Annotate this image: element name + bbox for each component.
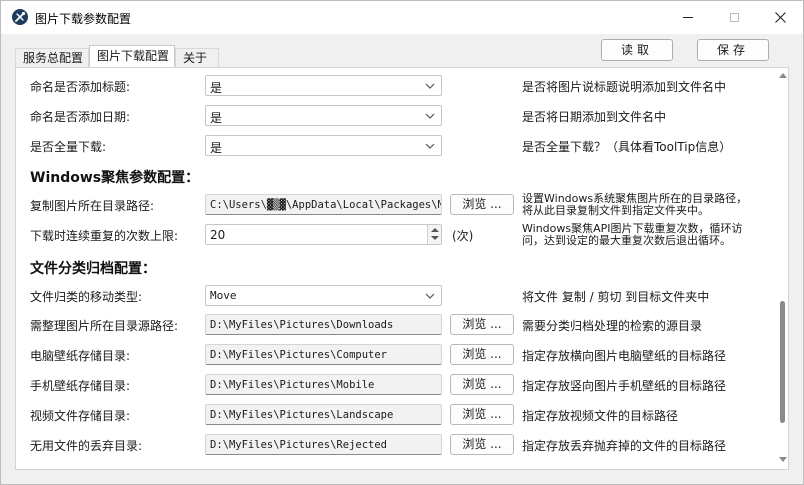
- video-path-value: D:\MyFiles\Pictures\Landscape: [210, 409, 394, 421]
- repeat-limit-spinner[interactable]: 20: [205, 224, 442, 245]
- move-type-value: Move: [210, 289, 237, 302]
- move-type-desc: 将文件 复制 / 剪切 到目标文件夹中: [522, 290, 710, 304]
- maximize-button[interactable]: [711, 1, 757, 34]
- setting-row-full-download: 是否全量下载: 是 是否全量下载？（具体看ToolTip信息）: [16, 134, 776, 158]
- repeat-limit-label: 下载时连续重复的次数上限:: [30, 229, 179, 243]
- copy-path-value: C:\Users\▓▒▓\AppData\Local\Packages\Mic: [210, 199, 442, 211]
- repeat-limit-desc-line2: 问，达到设定的最大重复次数后退出循环。: [522, 234, 731, 247]
- repeat-limit-value: 20: [210, 228, 226, 242]
- tab-image-download-config[interactable]: 图片下载配置: [89, 45, 175, 68]
- copy-path-browse-button[interactable]: 浏览 ...: [450, 194, 514, 215]
- copy-path-desc-line2: 将从此目录复制文件到指定文件夹中。: [522, 204, 709, 217]
- close-icon: [774, 12, 786, 23]
- chevron-down-icon: [425, 143, 435, 149]
- setting-row-copy-path: 复制图片所在目录路径: C:\Users\▓▒▓\AppData\Local\P…: [16, 193, 776, 217]
- add-date-desc: 是否将日期添加到文件名中: [522, 110, 667, 124]
- computer-path-desc: 指定存放横向图片电脑壁纸的目标路径: [522, 349, 727, 363]
- computer-path-field[interactable]: D:\MyFiles\Pictures\Computer: [205, 344, 442, 365]
- rejected-path-field[interactable]: D:\MyFiles\Pictures\Rejected: [205, 434, 442, 455]
- full-download-select[interactable]: 是: [205, 135, 442, 156]
- setting-row-move-type: 文件归类的移动类型: Move 将文件 复制 / 剪切 到目标文件夹中: [16, 284, 776, 308]
- window-title: 图片下载参数配置: [35, 12, 132, 26]
- rejected-path-label: 无用文件的丢弃目录:: [30, 439, 143, 453]
- chevron-down-icon: [425, 113, 435, 119]
- setting-row-computer-path: 电脑壁纸存储目录: D:\MyFiles\Pictures\Computer 浏…: [16, 343, 776, 367]
- mobile-path-field[interactable]: D:\MyFiles\Pictures\Mobile: [205, 374, 442, 395]
- chevron-down-icon: [425, 293, 435, 299]
- add-title-select[interactable]: 是: [205, 75, 442, 96]
- computer-path-label: 电脑壁纸存储目录:: [30, 349, 131, 363]
- move-type-select[interactable]: Move: [205, 285, 442, 306]
- scroll-up-icon[interactable]: [779, 73, 787, 78]
- add-date-select[interactable]: 是: [205, 105, 442, 126]
- video-path-desc: 指定存放视频文件的目标路径: [522, 409, 679, 423]
- save-button[interactable]: 保存: [697, 39, 769, 61]
- archive-section-title: 文件分类归档配置：: [30, 261, 156, 277]
- setting-row-source-path: 需整理图片所在目录源路径: D:\MyFiles\Pictures\Downlo…: [16, 313, 776, 337]
- read-button[interactable]: 读取: [601, 39, 673, 61]
- setting-row-add-date: 命名是否添加日期: 是 是否将日期添加到文件名中: [16, 104, 776, 128]
- add-date-value: 是: [210, 111, 223, 125]
- source-path-desc: 需要分类归档处理的检索的源目录: [522, 319, 703, 333]
- spin-up-icon[interactable]: [431, 228, 439, 232]
- copy-path-label: 复制图片所在目录路径:: [30, 199, 155, 213]
- add-title-label: 命名是否添加标题:: [30, 80, 131, 94]
- computer-path-browse-button[interactable]: 浏览 ...: [450, 344, 514, 365]
- setting-row-rejected-path: 无用文件的丢弃目录: D:\MyFiles\Pictures\Rejected …: [16, 433, 776, 457]
- mobile-path-desc: 指定存放竖向图片手机壁纸的目标路径: [522, 379, 727, 393]
- rejected-path-value: D:\MyFiles\Pictures\Rejected: [210, 439, 388, 451]
- tab-service-config[interactable]: 服务总配置: [15, 48, 89, 68]
- app-window: 图片下载参数配置 读取 保存 服务总配置 图片下载配置 关于 命名是否添加标题:…: [0, 0, 804, 485]
- vertical-scrollbar[interactable]: [776, 68, 788, 469]
- computer-path-value: D:\MyFiles\Pictures\Computer: [210, 349, 388, 361]
- settings-panel: 命名是否添加标题: 是 是否将图片说标题说明添加到文件名中 命名是否添加日期: …: [15, 67, 789, 470]
- minimize-icon: [683, 17, 693, 18]
- setting-row-repeat-limit: 下载时连续重复的次数上限: 20 (次) Windows聚焦API图片下载重复次…: [16, 223, 776, 247]
- windows-section-title: Windows聚焦参数配置：: [30, 170, 200, 186]
- tab-about[interactable]: 关于: [175, 48, 219, 68]
- mobile-path-browse-button[interactable]: 浏览 ...: [450, 374, 514, 395]
- add-date-label: 命名是否添加日期:: [30, 110, 131, 124]
- mobile-path-label: 手机壁纸存储目录:: [30, 379, 131, 393]
- video-path-browse-button[interactable]: 浏览 ...: [450, 404, 514, 425]
- source-path-browse-button[interactable]: 浏览 ...: [450, 314, 514, 335]
- repeat-limit-unit: (次): [452, 229, 474, 243]
- full-download-value: 是: [210, 141, 223, 155]
- app-tools-icon: [12, 9, 28, 25]
- full-download-label: 是否全量下载:: [30, 140, 107, 154]
- video-path-label: 视频文件存储目录:: [30, 409, 131, 423]
- mobile-path-value: D:\MyFiles\Pictures\Mobile: [210, 379, 375, 391]
- scrollbar-thumb[interactable]: [780, 301, 785, 423]
- setting-row-mobile-path: 手机壁纸存储目录: D:\MyFiles\Pictures\Mobile 浏览 …: [16, 373, 776, 397]
- spinner-arrows[interactable]: [427, 225, 441, 244]
- source-path-label: 需整理图片所在目录源路径:: [30, 319, 179, 333]
- maximize-icon: [729, 13, 739, 22]
- source-path-field[interactable]: D:\MyFiles\Pictures\Downloads: [205, 314, 442, 335]
- chevron-down-icon: [425, 83, 435, 89]
- add-title-value: 是: [210, 81, 223, 95]
- title-bar: 图片下载参数配置: [1, 1, 803, 34]
- move-type-label: 文件归类的移动类型:: [30, 290, 143, 304]
- spin-down-icon[interactable]: [431, 236, 439, 240]
- setting-row-add-title: 命名是否添加标题: 是 是否将图片说标题说明添加到文件名中: [16, 74, 776, 98]
- close-button[interactable]: [757, 1, 803, 34]
- rejected-path-desc: 指定存放丢弃抛弃掉的文件的目标路径: [522, 439, 727, 453]
- add-title-desc: 是否将图片说标题说明添加到文件名中: [522, 80, 727, 94]
- video-path-field[interactable]: D:\MyFiles\Pictures\Landscape: [205, 404, 442, 425]
- minimize-button[interactable]: [665, 1, 711, 34]
- copy-path-field[interactable]: C:\Users\▓▒▓\AppData\Local\Packages\Mic: [205, 194, 442, 215]
- scroll-down-icon[interactable]: [779, 457, 787, 462]
- rejected-path-browse-button[interactable]: 浏览 ...: [450, 434, 514, 455]
- setting-row-video-path: 视频文件存储目录: D:\MyFiles\Pictures\Landscape …: [16, 403, 776, 427]
- source-path-value: D:\MyFiles\Pictures\Downloads: [210, 319, 394, 331]
- full-download-desc: 是否全量下载？（具体看ToolTip信息）: [522, 140, 732, 154]
